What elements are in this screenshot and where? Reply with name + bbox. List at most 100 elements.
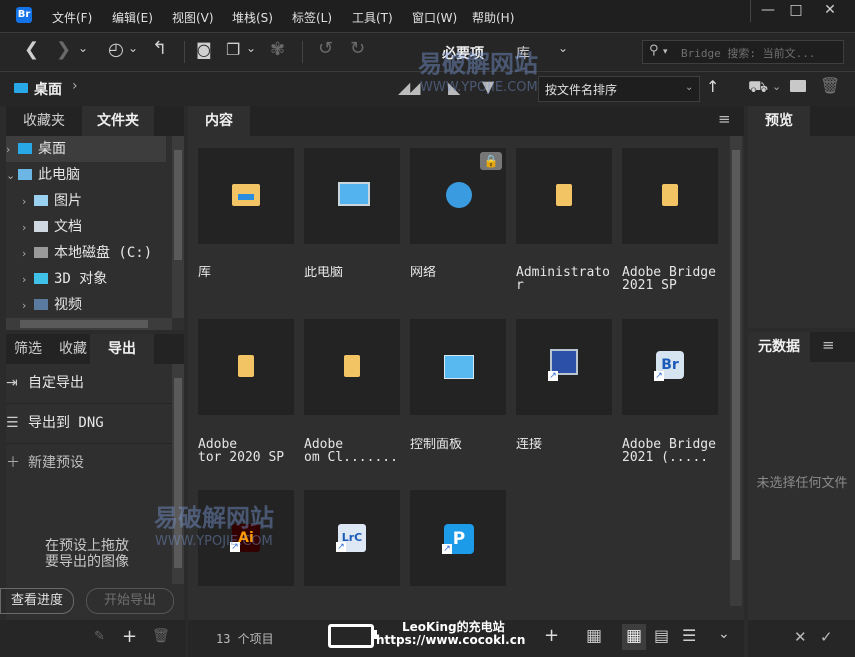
thumbnail-administrator[interactable] bbox=[516, 148, 612, 244]
content-scrollbar[interactable] bbox=[730, 136, 742, 606]
cancel-icon[interactable]: ✕ bbox=[794, 628, 807, 646]
menu-help[interactable]: 帮助(H) bbox=[472, 9, 514, 26]
menu-label[interactable]: 标签(L) bbox=[292, 9, 332, 26]
tab-content[interactable]: 内容 bbox=[188, 106, 250, 136]
export-item-dng[interactable]: ☰ 导出到 DNG bbox=[6, 404, 172, 444]
menu-window[interactable]: 窗口(W) bbox=[412, 9, 457, 26]
details-view-icon[interactable]: ▤ bbox=[654, 626, 669, 645]
forward-arrow-icon[interactable]: ❯ bbox=[56, 39, 71, 60]
thumbnail-network[interactable]: 🔒 bbox=[410, 148, 506, 244]
tab-metadata[interactable]: 元数据 bbox=[748, 332, 810, 362]
menu-stack[interactable]: 堆栈(S) bbox=[232, 9, 273, 26]
folders-hscrollbar[interactable] bbox=[6, 318, 172, 330]
tab-folders[interactable]: 文件夹 bbox=[82, 106, 154, 136]
chevron-down-icon[interactable]: ⌄ bbox=[128, 41, 138, 55]
thumbnail-photoshop-p[interactable]: P ↗ bbox=[410, 490, 506, 586]
camera-import-icon[interactable]: ◙ bbox=[196, 40, 212, 59]
apply-check-icon[interactable]: ✓ bbox=[820, 628, 833, 646]
delete-preset-icon[interactable]: 🗑 bbox=[152, 628, 170, 644]
edit-pencil-icon[interactable]: ✎ bbox=[94, 629, 105, 644]
search-input[interactable]: Bridge 搜索: 当前文... bbox=[681, 45, 815, 61]
thumbnail-control-panel[interactable] bbox=[410, 319, 506, 415]
add-preset-icon[interactable]: + bbox=[122, 626, 137, 647]
chevron-right-icon[interactable]: › bbox=[22, 189, 34, 215]
chevron-right-icon[interactable]: › bbox=[6, 137, 18, 163]
trash-icon[interactable]: 🗑 bbox=[820, 76, 840, 95]
breadcrumb-chevron-icon[interactable]: › bbox=[72, 78, 78, 94]
content-panel-menu-icon[interactable]: ≡ bbox=[718, 110, 731, 128]
chevron-right-icon[interactable]: › bbox=[22, 267, 34, 293]
tab-favorites[interactable]: 收藏夹 bbox=[6, 106, 82, 136]
thumbnail-connect[interactable]: ↗ bbox=[516, 319, 612, 415]
copy-files-icon[interactable]: ❐ bbox=[226, 40, 240, 59]
rotate-right-icon[interactable]: ↻ bbox=[350, 38, 365, 59]
chevron-down-icon[interactable]: ⌄ bbox=[246, 41, 256, 55]
chevron-down-icon[interactable]: ⌄ bbox=[78, 41, 88, 55]
thumbnail-adobe-bridge-sp[interactable] bbox=[622, 148, 718, 244]
back-arrow-icon[interactable]: ❮ bbox=[24, 39, 39, 60]
view-options-chevron-icon[interactable]: ⌄ bbox=[718, 626, 730, 642]
tree-item-3d-objects[interactable]: › 3D 对象 bbox=[22, 266, 184, 292]
thumbnail-lightroom-classic[interactable]: LrC ↗ bbox=[304, 490, 400, 586]
tree-item-local-disk[interactable]: › 本地磁盘 (C:) bbox=[22, 240, 172, 266]
zoom-in-icon[interactable]: + bbox=[544, 625, 559, 646]
pictures-icon bbox=[34, 195, 48, 206]
breadcrumb-desktop[interactable]: 桌面 bbox=[34, 79, 62, 99]
open-recent-file-icon[interactable]: ⛟ bbox=[748, 77, 768, 98]
plus-icon: ＋ bbox=[6, 455, 20, 471]
metadata-panel-menu-icon[interactable]: ≡ bbox=[822, 336, 835, 354]
folders-panel-tabs: 收藏夹 文件夹 bbox=[6, 106, 184, 136]
quality-stars-icon[interactable]: ◢◢ bbox=[398, 78, 421, 97]
chevron-right-icon[interactable]: › bbox=[22, 241, 34, 267]
export-scrollbar[interactable] bbox=[172, 364, 184, 584]
boomerang-icon[interactable]: ↰ bbox=[152, 38, 167, 59]
menu-tools[interactable]: 工具(T) bbox=[352, 9, 393, 26]
desktop-icon bbox=[14, 83, 28, 93]
search-icon: ⚲ bbox=[649, 43, 659, 58]
rotate-left-icon[interactable]: ↺ bbox=[318, 38, 333, 59]
maximize-button[interactable]: □ bbox=[779, 0, 813, 22]
disk-icon bbox=[34, 247, 48, 258]
search-box[interactable]: ⚲ ▾ Bridge 搜索: 当前文... bbox=[642, 40, 844, 64]
chevron-down-icon[interactable]: ⌄ bbox=[772, 80, 781, 93]
chevron-right-icon[interactable]: › bbox=[22, 215, 34, 241]
menu-file[interactable]: 文件(F) bbox=[52, 9, 92, 26]
thumbnail-library[interactable] bbox=[198, 148, 294, 244]
shortcut-arrow-icon: ↗ bbox=[336, 542, 346, 552]
watermark-site-url-top: WWW.YPOJIE.COM bbox=[420, 80, 538, 95]
thumbnail-bridge-shortcut[interactable]: Br ↗ bbox=[622, 319, 718, 415]
tab-collections[interactable]: 收藏 bbox=[56, 334, 90, 364]
menu-view[interactable]: 视图(V) bbox=[172, 9, 214, 26]
list-view-icon[interactable]: ☰ bbox=[682, 626, 696, 645]
chevron-right-icon[interactable]: › bbox=[22, 293, 34, 319]
sort-dropdown[interactable]: 按文件名排序 ⌄ bbox=[538, 76, 700, 102]
export-item-custom[interactable]: ⇥ 自定导出 bbox=[6, 364, 172, 404]
new-folder-icon[interactable] bbox=[790, 80, 806, 92]
thumbnail-this-pc[interactable] bbox=[304, 148, 400, 244]
thumbnail-view-icon[interactable]: ▦ bbox=[626, 626, 642, 646]
view-progress-button[interactable]: 查看进度 bbox=[0, 588, 74, 614]
recent-history-icon[interactable]: ◴ bbox=[108, 39, 124, 60]
tab-export[interactable]: 导出 bbox=[90, 334, 154, 364]
refine-icon[interactable]: ✾ bbox=[270, 39, 285, 60]
shortcut-arrow-icon: ↗ bbox=[442, 544, 452, 554]
tree-item-desktop[interactable]: › 桌面 bbox=[6, 136, 166, 162]
tree-item-documents[interactable]: › 文档 bbox=[22, 214, 184, 240]
tree-item-this-pc[interactable]: ⌄ 此电脑 bbox=[6, 162, 168, 188]
thumbnail-adobe-cloud[interactable] bbox=[304, 319, 400, 415]
menu-edit[interactable]: 编辑(E) bbox=[112, 9, 153, 26]
start-export-button[interactable]: 开始导出 bbox=[86, 588, 174, 614]
tab-preview[interactable]: 预览 bbox=[748, 106, 810, 136]
chevron-down-icon[interactable]: ⌄ bbox=[6, 163, 18, 189]
shortcut-arrow-icon: ↗ bbox=[654, 371, 664, 381]
watermark-site-name-bottom: 易破解网站 bbox=[154, 504, 274, 532]
tree-item-videos[interactable]: › 视频 bbox=[22, 292, 184, 318]
sort-ascending-icon[interactable]: ↑ bbox=[706, 77, 719, 96]
workspace-menu-chevron-icon[interactable]: ⌄ bbox=[558, 41, 568, 55]
tab-filter[interactable]: 筛选 bbox=[6, 334, 50, 364]
close-window-button[interactable]: ✕ bbox=[813, 0, 847, 22]
thumbnail-adobe-illustrator-sp[interactable] bbox=[198, 319, 294, 415]
tree-item-pictures[interactable]: › 图片 bbox=[22, 188, 184, 214]
export-item-new-preset[interactable]: ＋新建预设 bbox=[6, 444, 172, 483]
grid-lock-icon[interactable]: ▦ bbox=[586, 626, 602, 646]
